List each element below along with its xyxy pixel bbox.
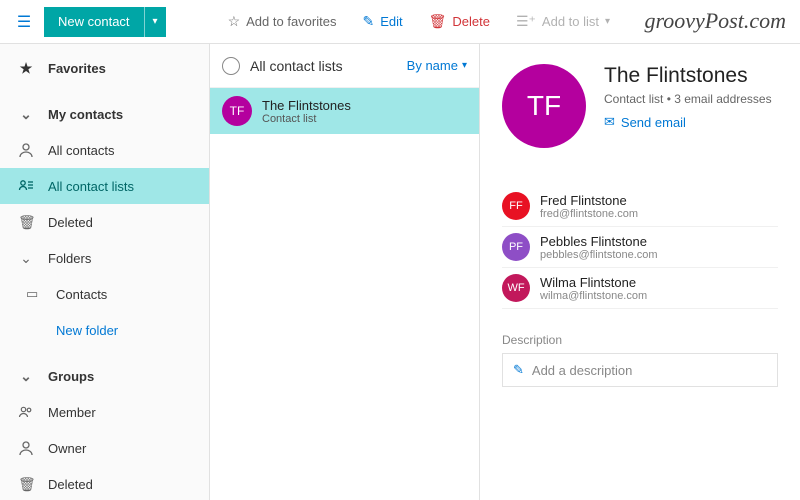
detail-subtitle: Contact list • 3 email addresses [604,92,772,106]
sidebar-new-folder[interactable]: New folder [0,312,209,348]
list-item-avatar: TF [222,96,252,126]
new-contact-label: New contact [44,14,144,29]
main-content: ★ Favorites ⌄ My contacts All contacts A… [0,44,800,500]
sidebar-label: Deleted [48,477,93,492]
member-row[interactable]: FF Fred Flintstonefred@flintstone.com [502,186,778,227]
sidebar-label: Member [48,405,96,420]
hamburger-icon[interactable]: ☰ [10,12,38,32]
member-email: wilma@flintstone.com [540,290,647,302]
command-bar: ☰ New contact ▾ ☆ Add to favorites ✎ Edi… [0,0,800,44]
trash-icon: 🗑 [18,214,34,231]
sidebar-item-contacts-folder[interactable]: ▭ Contacts [0,276,209,312]
sidebar-label: All contact lists [48,179,134,194]
add-to-list-label: Add to list [542,14,599,29]
chevron-down-icon: ⌄ [18,106,34,123]
sidebar-item-all-contact-lists[interactable]: All contact lists [0,168,209,204]
sidebar-label: New folder [56,323,118,338]
member-avatar: WF [502,274,530,302]
star-icon: ☆ [228,13,241,30]
list-item[interactable]: TF The Flintstones Contact list [210,88,479,134]
member-avatar: PF [502,233,530,261]
sort-label: By name [407,58,458,73]
person-icon [18,440,34,456]
member-email: pebbles@flintstone.com [540,249,658,261]
sidebar-label: Contacts [56,287,107,302]
detail-title: The Flintstones [604,64,772,88]
people-icon [18,404,34,420]
list-pane: All contact lists By name ▾ TF The Flint… [210,44,480,500]
sidebar-item-favorites[interactable]: ★ Favorites [0,50,209,86]
chevron-down-icon: ▾ [462,60,467,71]
member-avatar: FF [502,192,530,220]
chevron-down-icon: ▾ [605,16,610,27]
members-list: FF Fred Flintstonefred@flintstone.com PF… [502,186,778,309]
new-contact-button[interactable]: New contact ▾ [44,7,166,37]
add-favorites-button[interactable]: ☆ Add to favorites [218,13,347,30]
sidebar-item-owner[interactable]: Owner [0,430,209,466]
detail-pane: TF The Flintstones Contact list • 3 emai… [480,44,800,500]
sidebar-label: Owner [48,441,86,456]
member-name: Fred Flintstone [540,193,638,208]
chevron-down-icon: ⌄ [18,250,34,267]
sidebar-item-member[interactable]: Member [0,394,209,430]
sidebar-label: Groups [48,369,94,384]
contacts-folder-icon: ▭ [26,286,42,302]
member-name: Wilma Flintstone [540,275,647,290]
edit-label: Edit [380,14,402,29]
person-icon [18,142,34,158]
sidebar-label: Favorites [48,61,106,76]
chevron-down-icon[interactable]: ▾ [144,7,166,37]
list-header: All contact lists By name ▾ [210,44,479,88]
pencil-icon: ✎ [362,13,374,30]
description-input[interactable]: ✎ Add a description [502,353,778,387]
list-item-sub: Contact list [262,113,351,125]
sidebar-label: Folders [48,251,91,266]
member-row[interactable]: WF Wilma Flintstonewilma@flintstone.com [502,268,778,309]
add-to-list-button[interactable]: ☰⁺ Add to list ▾ [506,13,620,30]
sidebar-item-groups[interactable]: ⌄ Groups [0,358,209,394]
mail-icon: ✉ [604,114,615,130]
list-title: All contact lists [250,58,397,74]
sidebar-item-all-contacts[interactable]: All contacts [0,132,209,168]
trash-icon: 🗑 [429,13,447,30]
delete-label: Delete [452,14,490,29]
trash-icon: 🗑 [18,476,34,493]
people-list-icon [18,178,34,194]
list-add-icon: ☰⁺ [516,13,536,30]
sidebar: ★ Favorites ⌄ My contacts All contacts A… [0,44,210,500]
sort-button[interactable]: By name ▾ [407,58,467,73]
select-all-checkbox[interactable] [222,57,240,75]
send-email-label: Send email [621,115,686,130]
member-row[interactable]: PF Pebbles Flintstonepebbles@flintstone.… [502,227,778,268]
list-item-name: The Flintstones [262,98,351,113]
member-email: fred@flintstone.com [540,208,638,220]
description-label: Description [502,333,778,347]
sidebar-label: Deleted [48,215,93,230]
star-icon: ★ [18,60,34,77]
add-favorites-label: Add to favorites [246,14,336,29]
edit-button[interactable]: ✎ Edit [352,13,412,30]
sidebar-item-my-contacts[interactable]: ⌄ My contacts [0,96,209,132]
chevron-down-icon: ⌄ [18,368,34,385]
detail-header: TF The Flintstones Contact list • 3 emai… [502,64,778,148]
member-name: Pebbles Flintstone [540,234,658,249]
delete-button[interactable]: 🗑 Delete [419,13,500,30]
send-email-button[interactable]: ✉ Send email [604,114,772,130]
sidebar-item-folders[interactable]: ⌄ Folders [0,240,209,276]
sidebar-label: All contacts [48,143,114,158]
detail-avatar: TF [502,64,586,148]
sidebar-item-groups-deleted[interactable]: 🗑 Deleted [0,466,209,500]
sidebar-item-deleted[interactable]: 🗑 Deleted [0,204,209,240]
sidebar-label: My contacts [48,107,123,122]
description-placeholder: Add a description [532,363,632,378]
pencil-icon: ✎ [513,362,524,378]
